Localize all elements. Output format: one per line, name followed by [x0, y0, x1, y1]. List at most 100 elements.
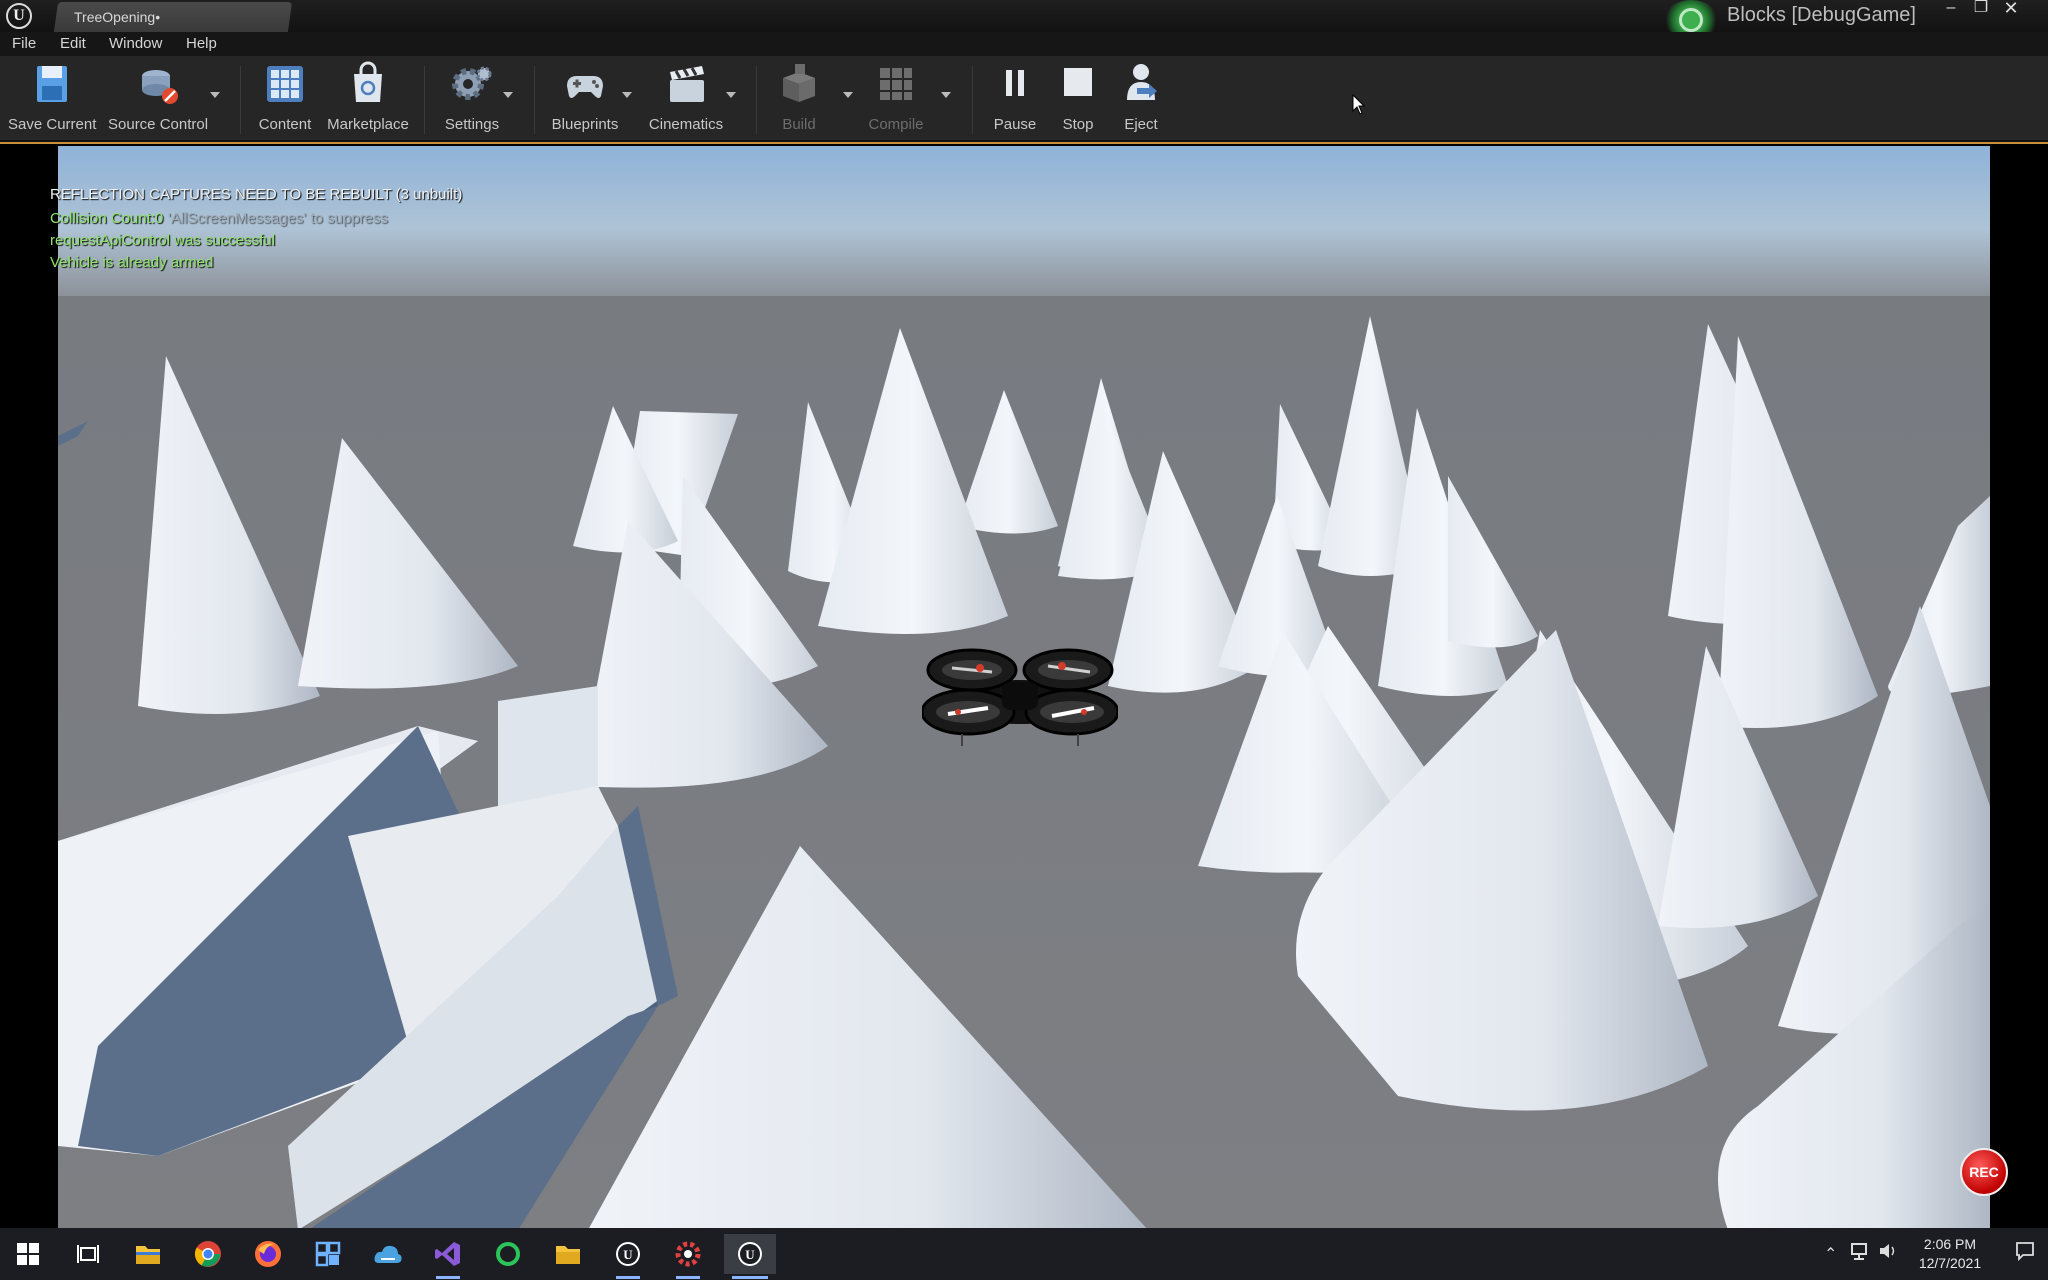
- stop-icon: [1054, 60, 1102, 108]
- notification-icon[interactable]: [2014, 1240, 2036, 1267]
- mouse-cursor-icon: [1352, 94, 1366, 115]
- marketplace-button[interactable]: Marketplace: [326, 60, 410, 133]
- menu-window[interactable]: Window: [109, 35, 162, 52]
- toolbar-divider: [756, 66, 757, 134]
- pause-icon: [991, 60, 1039, 108]
- save-current-button[interactable]: Save Current: [8, 60, 96, 133]
- network-icon[interactable]: [1850, 1240, 1872, 1267]
- reflection-warning: REFLECTION CAPTURES NEED TO BE REBUILT (…: [50, 186, 463, 203]
- taskbar-chrome[interactable]: [188, 1234, 228, 1274]
- pause-button[interactable]: Pause: [990, 60, 1040, 133]
- task-view-button[interactable]: [68, 1234, 108, 1274]
- close-window-button[interactable]: ✕: [1996, 0, 2026, 18]
- volume-icon[interactable]: [1878, 1240, 1900, 1267]
- menu-help[interactable]: Help: [186, 35, 217, 52]
- cinematics-label: Cinematics: [648, 116, 724, 133]
- toolbar-divider: [972, 66, 973, 134]
- cloud-icon: [374, 1245, 402, 1263]
- content-button[interactable]: Content: [252, 60, 318, 133]
- folder-icon: [556, 1246, 580, 1264]
- stop-button[interactable]: Stop: [1054, 60, 1102, 133]
- marketplace-label: Marketplace: [327, 116, 409, 133]
- blueprint-gamepad-icon: [561, 60, 609, 108]
- compile-dropdown-icon[interactable]: [941, 92, 951, 98]
- marketplace-icon: [344, 60, 392, 108]
- settings-button[interactable]: Settings: [440, 60, 504, 133]
- unreal-engine-icon: U: [738, 1242, 762, 1266]
- vehicle-armed-message: Vehicle is already armed: [50, 254, 214, 271]
- pause-label: Pause: [993, 116, 1037, 133]
- quadcopter-drone[interactable]: [920, 642, 1120, 748]
- green-ring-icon: [496, 1242, 520, 1266]
- api-control-message: requestApiControl was successful: [50, 232, 276, 249]
- clock-date: 12/7/2021: [1918, 1255, 1982, 1271]
- task-view-icon: [77, 1245, 99, 1263]
- firefox-icon: [255, 1241, 281, 1267]
- settings-dropdown-icon[interactable]: [503, 92, 513, 98]
- svg-text:U: U: [623, 1247, 633, 1262]
- taskbar-firefox[interactable]: [248, 1234, 288, 1274]
- source-control-button[interactable]: Source Control: [108, 60, 208, 133]
- stop-label: Stop: [1062, 116, 1094, 133]
- 3d-scene[interactable]: [58, 146, 1990, 1230]
- svg-text:U: U: [745, 1247, 755, 1262]
- folder-icon: [136, 1246, 160, 1264]
- level-tab-label: TreeOpening•: [74, 9, 161, 25]
- collision-count-message: Collision Count:0: [50, 210, 164, 227]
- taskbar-cloud-app[interactable]: [368, 1234, 408, 1274]
- windows-logo-icon: [17, 1243, 39, 1265]
- game-viewport[interactable]: REFLECTION CAPTURES NEED TO BE REBUILT (…: [0, 142, 2048, 1230]
- taskbar-folder-2[interactable]: [548, 1234, 588, 1274]
- menu-bar: File Edit Window Help: [0, 32, 2048, 56]
- start-button[interactable]: [8, 1234, 48, 1274]
- blueprints-button[interactable]: Blueprints: [548, 60, 622, 133]
- source-control-dropdown-icon[interactable]: [210, 92, 220, 98]
- eject-label: Eject: [1124, 116, 1158, 133]
- taskbar-app-grid[interactable]: [308, 1234, 348, 1274]
- compile-button[interactable]: Compile: [866, 60, 926, 133]
- unreal-logo-icon[interactable]: U: [6, 3, 32, 29]
- cinematics-button[interactable]: Cinematics: [646, 60, 726, 133]
- build-blocks-icon: [775, 60, 823, 108]
- restore-button[interactable]: ❐: [1966, 0, 1996, 18]
- taskbar-unreal-1[interactable]: U: [608, 1234, 648, 1279]
- gear-icon: [448, 60, 496, 108]
- compile-label: Compile: [868, 116, 924, 133]
- project-title: Blocks [DebugGame]: [1727, 4, 1916, 26]
- taskbar-file-explorer[interactable]: [128, 1234, 168, 1274]
- content-browser-icon: [261, 60, 309, 108]
- build-label: Build: [782, 116, 816, 133]
- record-button[interactable]: REC: [1960, 1148, 2008, 1196]
- title-bar: U TreeOpening• Blocks [DebugGame] – ❐ ✕: [0, 0, 2048, 40]
- toolbar-divider: [534, 66, 535, 134]
- minimize-button[interactable]: –: [1936, 0, 1966, 18]
- save-current-label: Save Current: [8, 116, 97, 133]
- taskbar-unreal-2[interactable]: U: [724, 1234, 776, 1279]
- eject-person-icon: [1117, 60, 1165, 108]
- taskbar-visual-studio[interactable]: [428, 1234, 468, 1279]
- source-control-label: Source Control: [108, 116, 209, 133]
- level-tab[interactable]: TreeOpening•: [53, 2, 293, 32]
- toolbar-divider: [424, 66, 425, 134]
- build-button[interactable]: Build: [774, 60, 824, 133]
- blueprints-label: Blueprints: [551, 116, 619, 133]
- source-control-icon: [134, 60, 182, 108]
- blueprints-dropdown-icon[interactable]: [622, 92, 632, 98]
- save-icon: [28, 60, 76, 108]
- menu-file[interactable]: File: [12, 35, 36, 52]
- tray-chevron-icon[interactable]: ⌃: [1824, 1244, 1837, 1264]
- system-clock[interactable]: 2:06 PM 12/7/2021: [1904, 1235, 1996, 1273]
- taskbar-gear-app[interactable]: [668, 1234, 708, 1279]
- content-label: Content: [258, 116, 312, 133]
- cinematics-dropdown-icon[interactable]: [726, 92, 736, 98]
- main-toolbar: Save Current Source Control Content Mark…: [0, 56, 2048, 142]
- compile-cubes-icon: [872, 60, 920, 108]
- eject-button[interactable]: Eject: [1116, 60, 1166, 133]
- menu-edit[interactable]: Edit: [60, 35, 86, 52]
- clock-time: 2:06 PM: [1923, 1236, 1977, 1252]
- clapperboard-icon: [662, 60, 710, 108]
- build-dropdown-icon[interactable]: [843, 92, 853, 98]
- taskbar-green-app[interactable]: [488, 1234, 528, 1274]
- windows-taskbar: U U ⌃ 2:06 PM 12/7/2021: [0, 1228, 2048, 1280]
- red-gear-icon: [675, 1241, 701, 1267]
